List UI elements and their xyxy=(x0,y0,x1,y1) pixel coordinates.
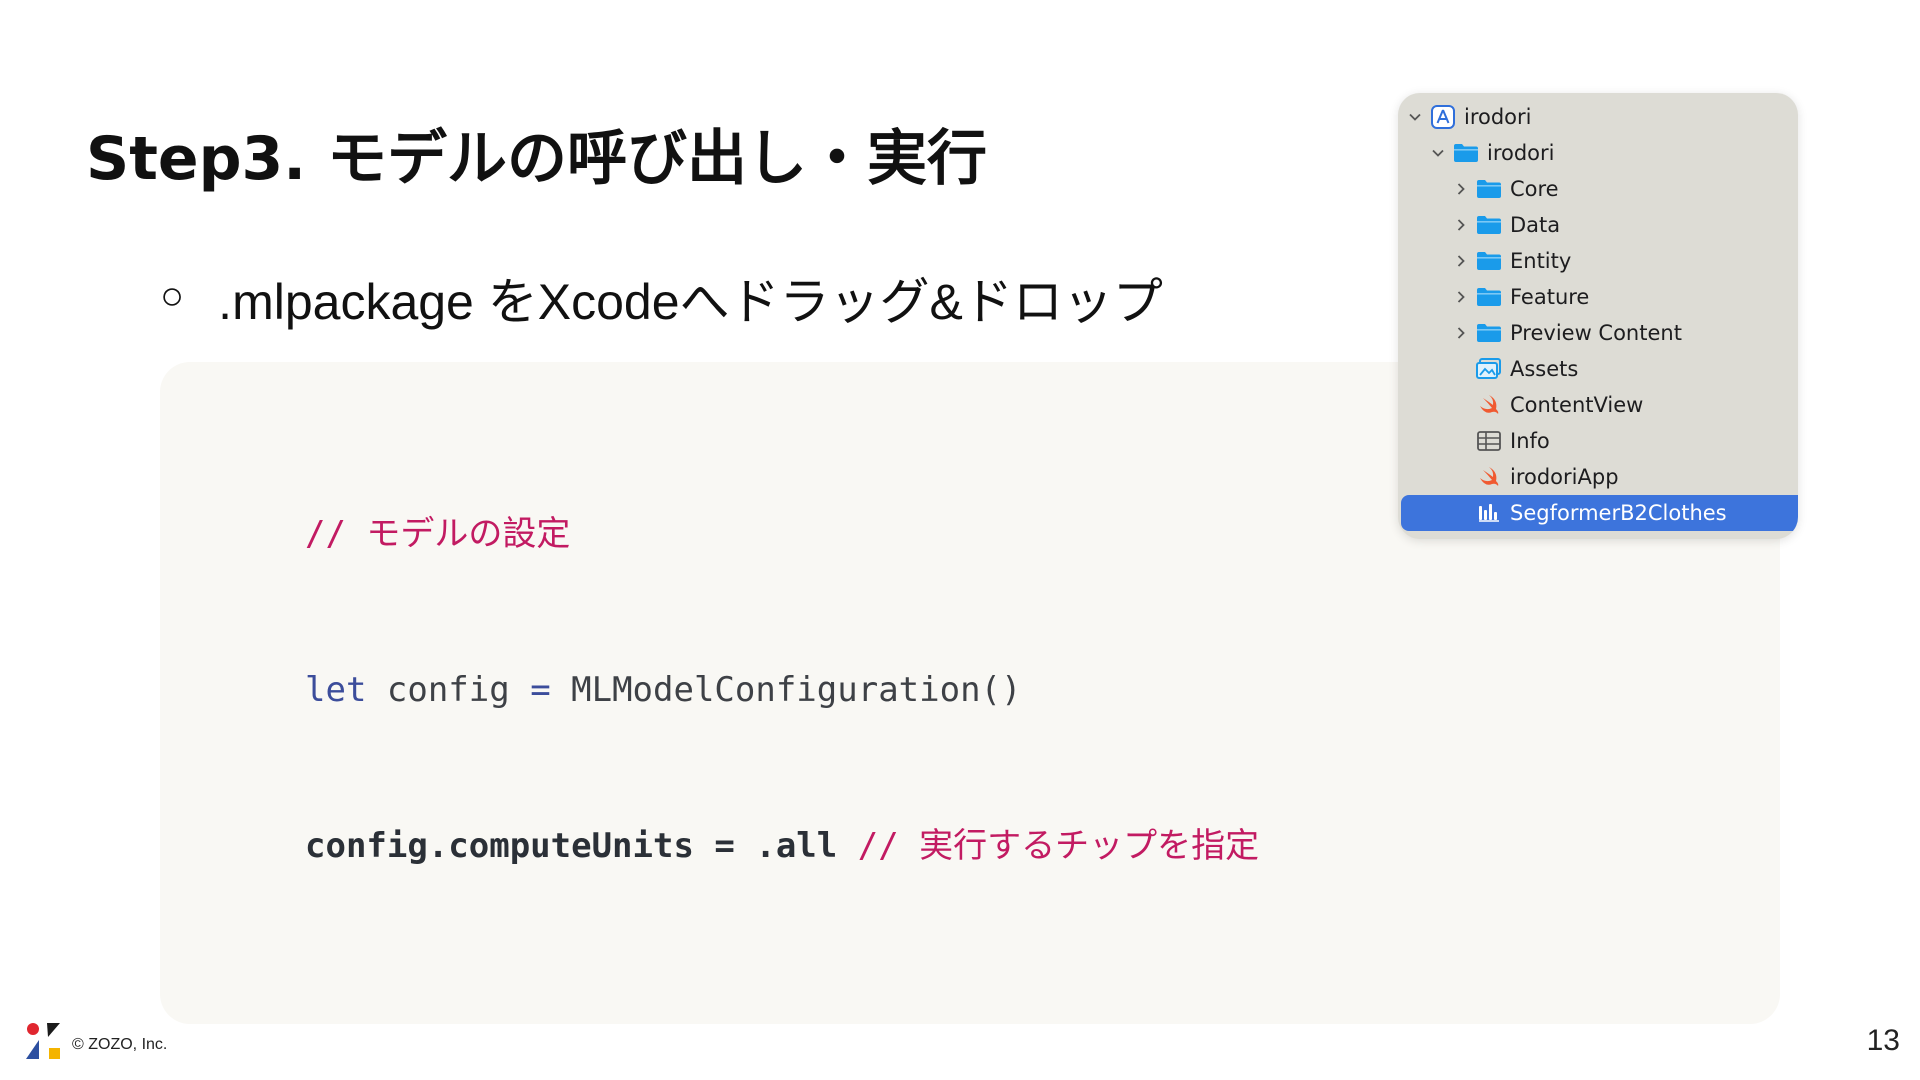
bullet-text: .mlpackage をXcodeへドラッグ&ドロップ xyxy=(218,274,1163,330)
navigator-item-irodoriapp[interactable]: irodoriApp xyxy=(1398,459,1798,495)
folder-icon xyxy=(1476,322,1502,344)
navigator-item-label: Preview Content xyxy=(1510,321,1682,345)
swift-file-icon xyxy=(1476,466,1502,488)
code-line-2: let config = MLModelConfiguration() xyxy=(305,664,1259,716)
page-number: 13 xyxy=(1866,1024,1900,1057)
navigator-item-label: Core xyxy=(1510,177,1559,201)
chevron-right-icon[interactable] xyxy=(1454,218,1468,232)
chevron-down-icon[interactable] xyxy=(1408,110,1422,124)
folder-icon xyxy=(1476,178,1502,200)
footer-copyright: © ZOZO, Inc. xyxy=(72,1036,168,1053)
navigator-item-label: irodoriApp xyxy=(1510,465,1619,489)
navigator-item-irodori-folder[interactable]: irodori xyxy=(1398,135,1798,171)
navigator-item-label: ContentView xyxy=(1510,393,1644,417)
navigator-item-label: Feature xyxy=(1510,285,1590,309)
navigator-item-info[interactable]: Info xyxy=(1398,423,1798,459)
chevron-right-icon[interactable] xyxy=(1454,254,1468,268)
navigator-item-label: Assets xyxy=(1510,357,1579,381)
bullet-circle-icon: ○ xyxy=(160,273,185,318)
code-line-3: config.computeUnits = .all // 実行するチップを指定 xyxy=(305,820,1259,872)
code-comment: // モデルの設定 xyxy=(305,514,571,554)
code-keyword: let xyxy=(305,670,367,710)
project-navigator: irodori irodori Core Data Entity Feature… xyxy=(1398,93,1798,539)
chevron-down-icon[interactable] xyxy=(1431,146,1445,160)
folder-icon xyxy=(1476,214,1502,236)
code-value: .all xyxy=(734,826,858,866)
navigator-item-assets[interactable]: Assets xyxy=(1398,351,1798,387)
slide-title: Step3. モデルの呼び出し・実行 xyxy=(86,124,987,194)
navigator-item-contentview[interactable]: ContentView xyxy=(1398,387,1798,423)
code-comment: // 実行するチップを指定 xyxy=(857,826,1260,866)
navigator-item-entity[interactable]: Entity xyxy=(1398,243,1798,279)
zozo-logo xyxy=(25,1022,61,1060)
navigator-item-irodori-project[interactable]: irodori xyxy=(1398,99,1798,135)
navigator-item-label: Data xyxy=(1510,213,1561,237)
folder-icon xyxy=(1476,286,1502,308)
chevron-right-icon[interactable] xyxy=(1454,290,1468,304)
navigator-item-label: Entity xyxy=(1510,249,1572,273)
chevron-right-icon[interactable] xyxy=(1454,326,1468,340)
swift-file-icon xyxy=(1476,394,1502,416)
bullet-item: ○ .mlpackage をXcodeへドラッグ&ドロップ xyxy=(160,262,1163,334)
asset-catalog-icon xyxy=(1476,358,1502,380)
code-operator: = xyxy=(530,670,551,710)
code-line-1: // モデルの設定 xyxy=(305,508,1259,560)
code-identifier: config xyxy=(366,670,531,710)
navigator-item-feature[interactable]: Feature xyxy=(1398,279,1798,315)
mlmodel-icon xyxy=(1476,502,1502,524)
xcode-project-icon xyxy=(1430,105,1456,129)
folder-icon xyxy=(1476,250,1502,272)
code-block: // モデルの設定 let config = MLModelConfigurat… xyxy=(305,404,1259,976)
navigator-item-preview-content[interactable]: Preview Content xyxy=(1398,315,1798,351)
folder-icon xyxy=(1453,142,1479,164)
navigator-item-core[interactable]: Core xyxy=(1398,171,1798,207)
code-value: MLModelConfiguration() xyxy=(550,670,1022,710)
code-identifier: config.computeUnits xyxy=(305,826,715,866)
plist-table-icon xyxy=(1476,430,1502,452)
code-operator: = xyxy=(714,826,735,866)
navigator-item-label: Info xyxy=(1510,429,1550,453)
navigator-item-segformerb2clothes[interactable]: SegformerB2Clothes xyxy=(1401,495,1798,531)
navigator-item-label: irodori xyxy=(1464,105,1532,129)
navigator-item-label: SegformerB2Clothes xyxy=(1510,501,1727,525)
chevron-right-icon[interactable] xyxy=(1454,182,1468,196)
navigator-item-data[interactable]: Data xyxy=(1398,207,1798,243)
navigator-item-label: irodori xyxy=(1487,141,1555,165)
